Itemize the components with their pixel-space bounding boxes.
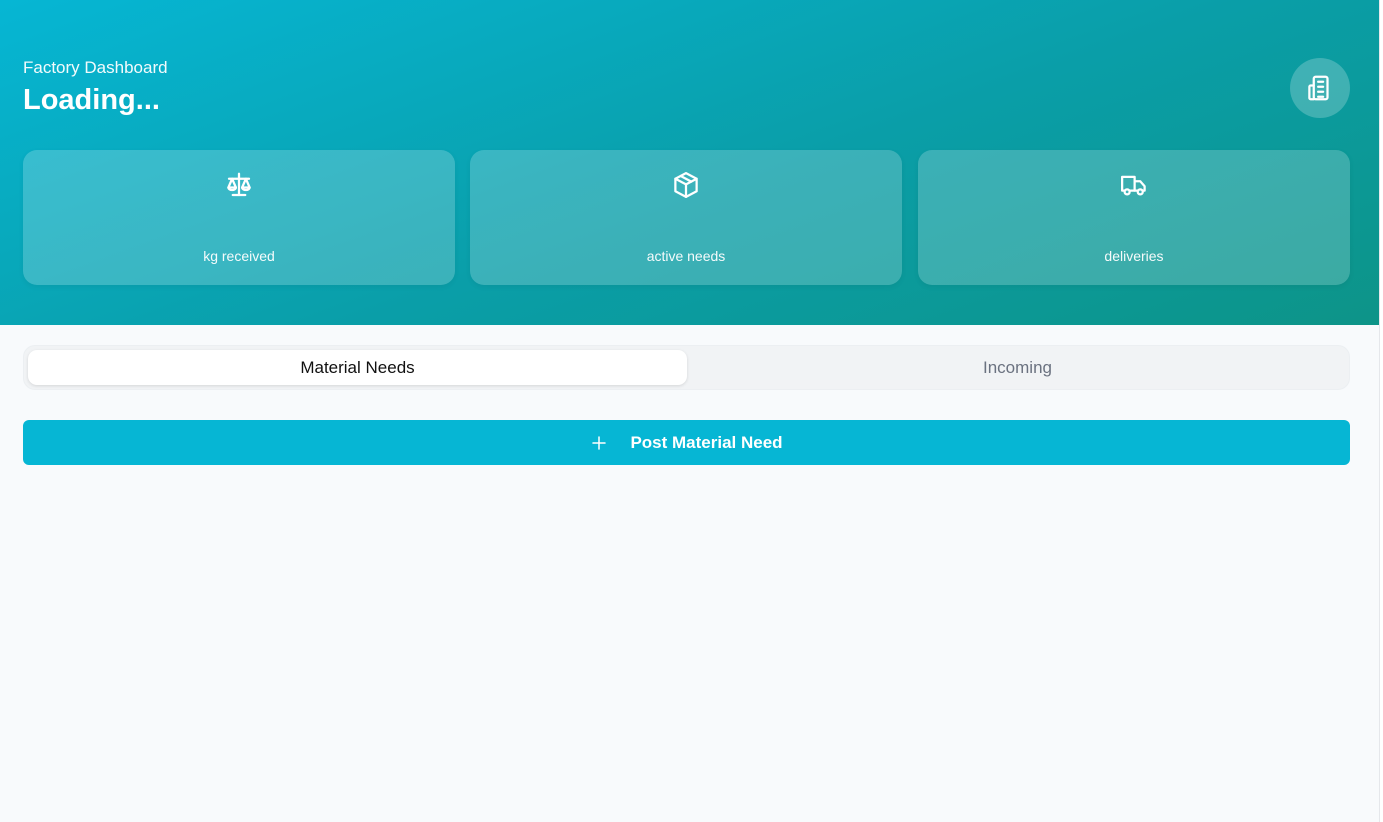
stat-card-kg-received: 0 kg received bbox=[23, 150, 455, 391]
scrollbar-track[interactable] bbox=[1379, 0, 1383, 822]
building-icon bbox=[1308, 75, 1329, 101]
post-button-label: Post Material Need bbox=[630, 432, 783, 452]
tab-incoming[interactable]: Incoming bbox=[688, 350, 1347, 385]
page-title: Loading... bbox=[23, 84, 160, 116]
tab-material-needs[interactable]: Material Needs bbox=[28, 350, 687, 385]
package-icon bbox=[674, 172, 698, 198]
stat-card-deliveries: 0 deliveries bbox=[918, 150, 1350, 391]
header-subtitle: Factory Dashboard bbox=[23, 58, 168, 77]
truck-icon bbox=[1121, 175, 1146, 196]
scale-icon bbox=[227, 172, 251, 197]
factory-profile-button[interactable] bbox=[1290, 58, 1350, 118]
stat-label: deliveries bbox=[1104, 248, 1164, 264]
tab-bar: Material Needs Incoming bbox=[23, 345, 1350, 390]
post-material-need-button[interactable]: Post Material Need bbox=[23, 420, 1350, 465]
stat-label: active needs bbox=[646, 248, 726, 264]
dashboard-header: Factory Dashboard Loading... 0 bbox=[0, 0, 1379, 391]
plus-icon bbox=[592, 435, 607, 450]
stat-label: kg received bbox=[203, 248, 275, 264]
stat-card-active-needs: 0 active needs bbox=[470, 150, 902, 391]
